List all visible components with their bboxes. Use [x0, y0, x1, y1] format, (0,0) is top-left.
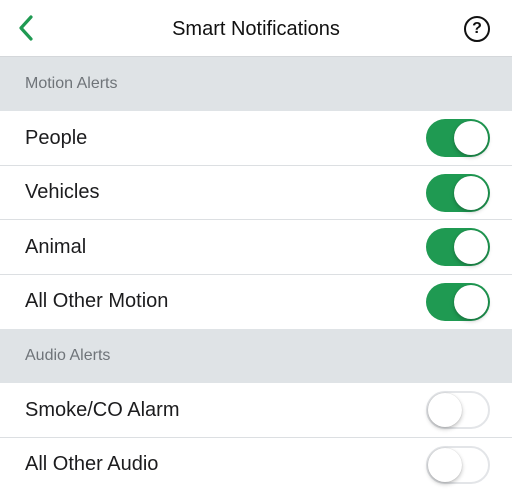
- setting-label: People: [25, 126, 88, 149]
- setting-row-people: People: [0, 111, 512, 166]
- setting-label: Vehicles: [25, 181, 100, 204]
- toggle-knob: [454, 121, 488, 156]
- setting-row-animal: Animal: [0, 220, 512, 275]
- section-header-audio-alerts: Audio Alerts: [0, 329, 512, 383]
- smart-notifications-screen: Smart Notifications ? Motion Alerts Peop…: [0, 0, 512, 492]
- chevron-left-icon: [19, 15, 33, 41]
- toggle-knob: [454, 284, 488, 319]
- nav-bar: Smart Notifications ?: [0, 0, 512, 57]
- setting-row-all-other-motion: All Other Motion: [0, 274, 512, 329]
- vehicles-toggle[interactable]: [426, 173, 490, 212]
- setting-row-all-other-audio: All Other Audio: [0, 437, 512, 492]
- setting-row-vehicles: Vehicles: [0, 165, 512, 220]
- all-other-audio-toggle[interactable]: [426, 445, 490, 484]
- animal-toggle[interactable]: [426, 228, 490, 267]
- toggle-knob: [454, 175, 488, 210]
- toggle-knob: [428, 447, 462, 482]
- smoke-co-alarm-toggle[interactable]: [426, 391, 490, 430]
- all-other-motion-toggle[interactable]: [426, 282, 490, 321]
- section-header-motion-alerts: Motion Alerts: [0, 57, 512, 111]
- setting-row-smoke-co-alarm: Smoke/CO Alarm: [0, 383, 512, 438]
- help-icon[interactable]: ?: [464, 16, 490, 42]
- setting-label: Smoke/CO Alarm: [25, 398, 180, 421]
- setting-label: All Other Motion: [25, 290, 169, 313]
- toggle-knob: [428, 393, 462, 428]
- toggle-knob: [454, 230, 488, 265]
- page-title: Smart Notifications: [172, 18, 340, 40]
- setting-label: Animal: [25, 235, 87, 258]
- setting-label: All Other Audio: [25, 453, 159, 476]
- people-toggle[interactable]: [426, 119, 490, 158]
- back-button[interactable]: [8, 10, 44, 46]
